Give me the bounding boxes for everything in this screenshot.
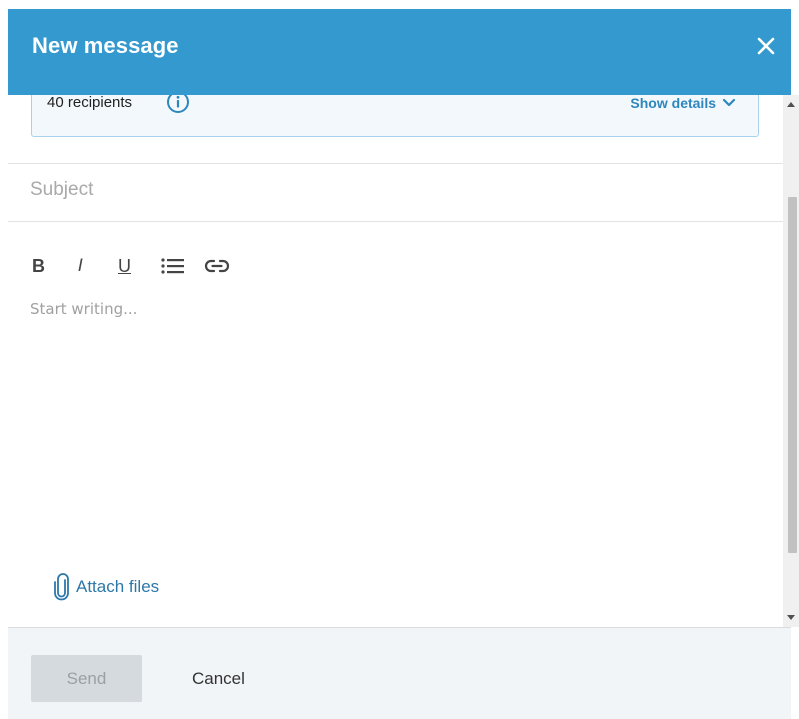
cancel-button[interactable]: Cancel — [174, 655, 263, 702]
send-button[interactable]: Send — [31, 655, 142, 702]
recipients-box: 40 recipients Show details — [31, 95, 759, 137]
link-button[interactable] — [204, 253, 248, 279]
new-message-dialog: New message 40 recipients Show details S… — [0, 0, 799, 719]
info-icon[interactable] — [166, 95, 190, 114]
divider — [8, 221, 783, 222]
dialog-footer: Send Cancel — [8, 627, 791, 719]
message-editor[interactable]: Start writing... — [30, 300, 760, 550]
link-icon — [204, 259, 230, 273]
dialog-body: 40 recipients Show details B I U — [8, 95, 783, 627]
scroll-down-arrow-icon[interactable] — [787, 613, 795, 621]
close-icon — [757, 37, 775, 55]
chevron-down-icon — [722, 98, 736, 107]
underline-button[interactable]: U — [118, 253, 160, 279]
subject-input[interactable] — [30, 173, 750, 207]
show-details-label: Show details — [630, 95, 716, 111]
bulleted-list-icon — [161, 258, 184, 274]
scrollbar[interactable] — [783, 95, 799, 627]
dialog-header: New message — [8, 9, 791, 95]
top-gap — [0, 0, 799, 9]
attach-files-label: Attach files — [76, 577, 160, 596]
recipients-count: 40 recipients — [47, 95, 133, 111]
italic-button[interactable]: I — [78, 253, 118, 279]
scrollbar-thumb[interactable] — [788, 197, 797, 553]
divider — [8, 163, 783, 164]
show-details-toggle[interactable]: Show details — [630, 95, 736, 111]
scroll-up-arrow-icon[interactable] — [787, 101, 795, 109]
formatting-toolbar: B I U — [32, 253, 248, 279]
bulleted-list-button[interactable] — [160, 253, 204, 279]
attach-files-button[interactable]: Attach files — [54, 573, 159, 601]
paperclip-icon — [54, 573, 69, 601]
close-button[interactable] — [755, 35, 777, 57]
bold-button[interactable]: B — [32, 253, 78, 279]
dialog-title: New message — [32, 33, 179, 58]
